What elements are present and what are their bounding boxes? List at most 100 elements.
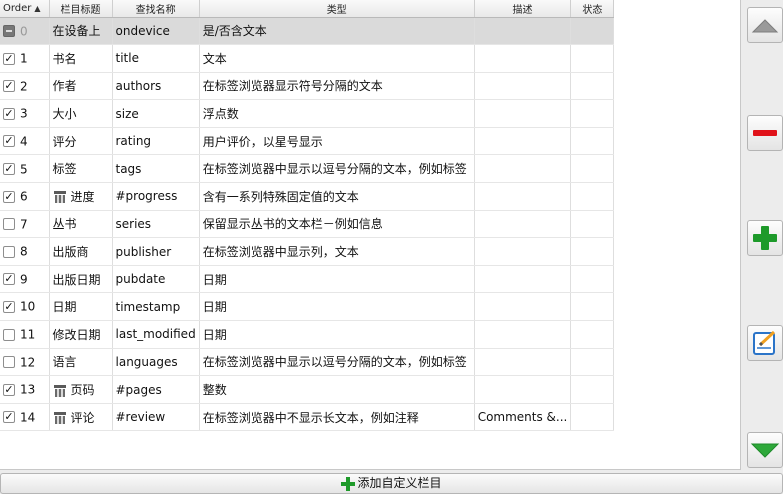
column-title-text: 日期	[52, 300, 77, 315]
type-cell: 文本	[199, 44, 475, 73]
visibility-checkbox[interactable]: ✓	[3, 163, 15, 176]
visibility-checkbox[interactable]	[3, 218, 15, 231]
header-description[interactable]: 描述	[474, 0, 572, 18]
order-cell[interactable]: ✓ 6	[0, 182, 50, 211]
table-row[interactable]: ✓ 4 评分 rating 用户评价，以星号显示	[0, 127, 615, 156]
visibility-checkbox[interactable]: ✓	[3, 383, 15, 396]
order-cell[interactable]: ✓ 9	[0, 265, 50, 294]
table-row[interactable]: ✓ 13 页码 #pages 整数	[0, 375, 615, 404]
status-cell	[570, 237, 615, 266]
column-title-cell[interactable]: 语言	[49, 348, 113, 377]
order-cell[interactable]: ✓ 1	[0, 44, 50, 73]
description-cell	[474, 17, 572, 46]
table-row[interactable]: ✓ 9 出版日期 pubdate 日期	[0, 265, 615, 294]
visibility-checkbox[interactable]	[3, 328, 15, 341]
column-title-cell[interactable]: 书名	[49, 44, 113, 73]
status-cell	[570, 292, 615, 322]
lookup-name-cell: timestamp	[112, 292, 200, 322]
table-row[interactable]: ✓ 1 书名 title 文本	[0, 44, 615, 73]
order-number: 8	[20, 244, 28, 259]
column-title-cell[interactable]: 出版日期	[49, 265, 113, 294]
visibility-checkbox[interactable]: ✓	[3, 52, 15, 65]
order-cell[interactable]: ✓ 3	[0, 99, 50, 128]
column-title-cell[interactable]: 大小	[49, 99, 113, 128]
lookup-name-cell: publisher	[112, 237, 200, 266]
table-row[interactable]: 12 语言 languages 在标签浏览器中显示以逗号分隔的文本，例如标签	[0, 348, 615, 377]
column-title-text: 书名	[52, 51, 77, 66]
add-column-button[interactable]	[747, 220, 783, 256]
type-cell: 日期	[199, 320, 475, 349]
order-cell[interactable]: 11	[0, 320, 50, 349]
column-title-cell[interactable]: 丛书	[49, 210, 113, 239]
status-cell	[570, 375, 615, 404]
order-cell[interactable]: ✓ 2	[0, 72, 50, 101]
status-cell	[570, 403, 615, 432]
order-number: 9	[20, 272, 28, 287]
visibility-checkbox[interactable]: ✓	[3, 190, 15, 203]
type-cell: 在标签浏览器中显示以逗号分隔的文本，例如标签	[199, 348, 475, 377]
add-custom-column-button[interactable]: 添加自定义栏目	[0, 473, 783, 494]
move-down-button[interactable]	[747, 432, 783, 468]
column-title-cell[interactable]: 在设备上	[49, 17, 113, 46]
order-cell[interactable]: ✓ 14	[0, 403, 50, 432]
table-row[interactable]: 11 修改日期 last_modified 日期	[0, 320, 615, 349]
header-status[interactable]: 状态	[570, 0, 615, 18]
description-cell: Comments &...	[474, 403, 572, 432]
visibility-checkbox[interactable]	[3, 25, 15, 38]
edit-column-button[interactable]	[747, 325, 783, 361]
header-order[interactable]: Order ▲	[0, 0, 50, 18]
table-row[interactable]: ✓ 3 大小 size 浮点数	[0, 99, 615, 128]
table-row[interactable]: ✓ 10 日期 timestamp 日期	[0, 292, 615, 322]
table-row[interactable]: 0 在设备上 ondevice 是/否含文本	[0, 17, 615, 46]
column-title-cell[interactable]: 出版商	[49, 237, 113, 266]
order-cell[interactable]: 7	[0, 210, 50, 239]
order-cell[interactable]: ✓ 13	[0, 375, 50, 404]
order-cell[interactable]: 12	[0, 348, 50, 377]
column-title-cell[interactable]: 进度	[49, 182, 113, 211]
column-title-cell[interactable]: 修改日期	[49, 320, 113, 349]
column-title-cell[interactable]: 页码	[49, 375, 113, 404]
table-row[interactable]: 8 出版商 publisher 在标签浏览器中显示列，文本	[0, 237, 615, 266]
column-title-cell[interactable]: 日期	[49, 292, 113, 322]
lookup-name-cell: authors	[112, 72, 200, 101]
visibility-checkbox[interactable]: ✓	[3, 411, 15, 424]
order-number: 7	[20, 217, 28, 232]
table-row[interactable]: ✓ 14 评论 #review 在标签浏览器中不显示长文本，例如注释 Comments &…	[0, 403, 615, 432]
column-title-text: 修改日期	[52, 327, 101, 342]
status-cell	[570, 127, 615, 156]
table-row[interactable]: ✓ 5 标签 tags 在标签浏览器中显示以逗号分隔的文本，例如标签	[0, 154, 615, 184]
table-row[interactable]: 7 丛书 series 保留显示丛书的文本栏－例如信息	[0, 210, 615, 239]
columns-table: Order ▲ 栏目标题 查找名称 类型 描述 状态 0 在设备上 ondevice 是…	[0, 0, 615, 432]
visibility-checkbox[interactable]: ✓	[3, 135, 15, 148]
column-title-cell[interactable]: 作者	[49, 72, 113, 101]
visibility-checkbox[interactable]: ✓	[3, 80, 15, 93]
lookup-name-cell: pubdate	[112, 265, 200, 294]
visibility-checkbox[interactable]: ✓	[3, 107, 15, 120]
visibility-checkbox[interactable]: ✓	[3, 273, 15, 286]
status-cell	[570, 210, 615, 239]
order-cell[interactable]: 8	[0, 237, 50, 266]
column-title-text: 出版商	[52, 245, 89, 260]
header-type[interactable]: 类型	[199, 0, 475, 18]
move-up-button[interactable]	[747, 7, 783, 43]
order-cell[interactable]: 0	[0, 17, 50, 46]
column-title-cell[interactable]: 评论	[49, 403, 113, 432]
visibility-checkbox[interactable]	[3, 245, 15, 258]
column-title-cell[interactable]: 标签	[49, 154, 113, 184]
visibility-checkbox[interactable]: ✓	[3, 300, 15, 313]
order-number: 6	[20, 189, 28, 204]
header-lookup-name[interactable]: 查找名称	[112, 0, 200, 18]
lookup-name-cell: languages	[112, 348, 200, 377]
order-cell[interactable]: ✓ 5	[0, 154, 50, 184]
column-title-cell[interactable]: 评分	[49, 127, 113, 156]
column-title-text: 出版日期	[52, 272, 101, 287]
order-cell[interactable]: ✓ 10	[0, 292, 50, 322]
remove-column-button[interactable]	[747, 115, 783, 151]
table-row[interactable]: ✓ 6 进度 #progress 含有一系列特殊固定值的文本	[0, 182, 615, 211]
table-row[interactable]: ✓ 2 作者 authors 在标签浏览器显示符号分隔的文本	[0, 72, 615, 101]
edit-icon	[753, 330, 776, 355]
visibility-checkbox[interactable]	[3, 356, 15, 369]
order-cell[interactable]: ✓ 4	[0, 127, 50, 156]
column-title-text: 评论	[70, 410, 95, 425]
header-column-title[interactable]: 栏目标题	[49, 0, 113, 18]
